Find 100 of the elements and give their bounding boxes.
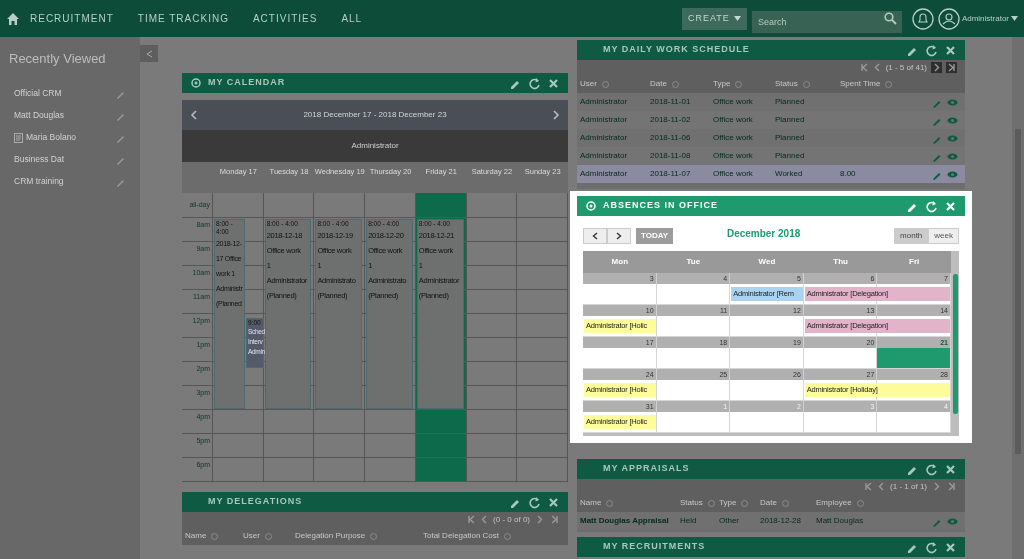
search-icon[interactable]	[883, 11, 897, 25]
bell-icon[interactable]	[911, 7, 934, 30]
sort-icon[interactable]	[601, 80, 609, 88]
weekday-header: Thu	[832, 256, 849, 268]
table-row[interactable]: Administrator 2018-11-07 Office work Worked 8.00	[577, 165, 965, 183]
column-header[interactable]: User	[243, 530, 260, 542]
nav-link[interactable]: ALL	[341, 11, 363, 26]
column-header[interactable]: Date	[760, 497, 777, 509]
sort-icon[interactable]	[802, 80, 810, 88]
refresh-icon[interactable]	[925, 540, 938, 554]
sidebar-title: Recently Viewed	[8, 50, 107, 68]
last-page-button[interactable]	[549, 514, 560, 525]
column-header[interactable]: Name	[580, 497, 602, 509]
table-cell: Other	[719, 515, 739, 527]
table-cell: 2018-11-07	[650, 168, 691, 180]
table-row[interactable]: Administrator 2018-11-02 Office work Planned	[577, 111, 965, 129]
sort-icon[interactable]	[671, 80, 679, 88]
weekday-header: Fri	[908, 256, 921, 268]
refresh-icon[interactable]	[528, 76, 541, 90]
table-cell: Administrator	[580, 132, 628, 144]
pager-text: (1 - 1 of 1)	[890, 480, 927, 493]
collapse-button[interactable]	[140, 45, 158, 62]
sort-icon[interactable]	[606, 499, 614, 507]
sort-icon[interactable]	[885, 80, 893, 88]
column-header[interactable]: Status	[775, 78, 798, 90]
table-cell: Planned	[775, 150, 805, 162]
next-month-button[interactable]	[607, 228, 631, 244]
user-avatar-icon[interactable]	[937, 7, 960, 30]
create-button[interactable]: CREATE	[682, 7, 747, 30]
sort-icon[interactable]	[370, 532, 378, 540]
column-header[interactable]: Type	[713, 78, 731, 90]
close-icon[interactable]	[944, 43, 957, 57]
sort-icon[interactable]	[264, 532, 272, 540]
first-page-icon[interactable]	[467, 515, 477, 524]
refresh-icon[interactable]	[528, 495, 541, 509]
home-icon[interactable]	[6, 11, 20, 26]
weekday-header: Mon	[610, 256, 629, 268]
column-header[interactable]: Total Delegation Cost	[423, 530, 500, 542]
view-tab[interactable]: week	[928, 228, 959, 244]
refresh-icon[interactable]	[925, 462, 938, 476]
previous-icon[interactable]	[190, 110, 198, 120]
table-cell: Office work	[713, 132, 753, 144]
column-header[interactable]: Delegation Purpose	[295, 530, 366, 542]
table-cell: Planned	[775, 96, 805, 108]
nav-link[interactable]: RECRUITMENT	[30, 11, 114, 26]
close-icon[interactable]	[944, 540, 957, 554]
table-cell: Planned	[775, 114, 805, 126]
close-icon[interactable]	[944, 199, 957, 213]
table-cell: Office work	[713, 168, 753, 180]
sort-icon[interactable]	[504, 532, 512, 540]
column-header[interactable]: User	[580, 78, 597, 90]
date-range: 2018 December 17 - 2018 December 23	[302, 109, 448, 121]
recent-item-link[interactable]: Matt Douglas	[14, 109, 65, 122]
sort-icon[interactable]	[781, 499, 789, 507]
settings-icon[interactable]	[190, 77, 202, 89]
search-field[interactable]: Search	[751, 10, 902, 33]
sort-icon[interactable]	[735, 80, 743, 88]
column-header[interactable]: Employee	[816, 497, 852, 509]
column-header[interactable]: Name	[185, 530, 207, 542]
user-menu[interactable]: Administrator	[961, 12, 1018, 25]
column-header[interactable]: Status	[680, 497, 703, 509]
recent-item-link[interactable]: CRM training	[14, 175, 64, 188]
panel-title: ABSENCES IN OFFICE	[603, 199, 718, 213]
recent-item-link[interactable]: Maria Bolano	[26, 131, 77, 144]
close-icon[interactable]	[547, 495, 560, 509]
sort-icon[interactable]	[707, 499, 715, 507]
table-cell: Office work	[713, 150, 753, 162]
first-page-icon[interactable]	[864, 482, 874, 491]
table-cell: 8.00	[840, 168, 856, 180]
table-cell: Office work	[713, 96, 753, 108]
sort-icon[interactable]	[211, 532, 219, 540]
nav-link[interactable]: TIME TRACKING	[137, 11, 229, 26]
view-tab[interactable]: month	[894, 228, 929, 244]
refresh-icon[interactable]	[925, 43, 938, 57]
close-icon[interactable]	[547, 76, 560, 90]
sort-icon[interactable]	[741, 499, 749, 507]
table-cell: Administrator	[580, 96, 628, 108]
previous-month-button[interactable]	[583, 228, 607, 244]
recent-item-link[interactable]: Business Dat	[14, 153, 65, 166]
scrollbar-thumb[interactable]	[953, 274, 958, 414]
last-page-button[interactable]	[946, 62, 957, 73]
column-header[interactable]: Date	[650, 78, 667, 90]
column-header[interactable]: Type	[719, 497, 737, 509]
first-page-icon[interactable]	[859, 63, 869, 72]
today-button[interactable]: TODAY	[636, 228, 674, 244]
table-cell: 2018-11-06	[650, 132, 691, 144]
next-page-button[interactable]	[931, 62, 942, 73]
column-header[interactable]: Spent Time	[840, 78, 881, 90]
refresh-icon[interactable]	[925, 199, 938, 213]
table-row[interactable]: Administrator 2018-11-08 Office work Planned	[577, 147, 965, 165]
last-page-button[interactable]	[946, 481, 957, 492]
chevron-right-icon	[616, 232, 622, 240]
previous-page-icon[interactable]	[872, 63, 882, 72]
page-scrollbar[interactable]	[1012, 37, 1024, 559]
sort-icon[interactable]	[856, 499, 864, 507]
nav-link[interactable]: ACTIVITIES	[252, 11, 318, 26]
resource-name: Administrator	[351, 140, 399, 152]
next-icon[interactable]	[552, 110, 560, 120]
close-icon[interactable]	[944, 462, 957, 476]
recent-item-link[interactable]: Official CRM	[14, 87, 62, 100]
